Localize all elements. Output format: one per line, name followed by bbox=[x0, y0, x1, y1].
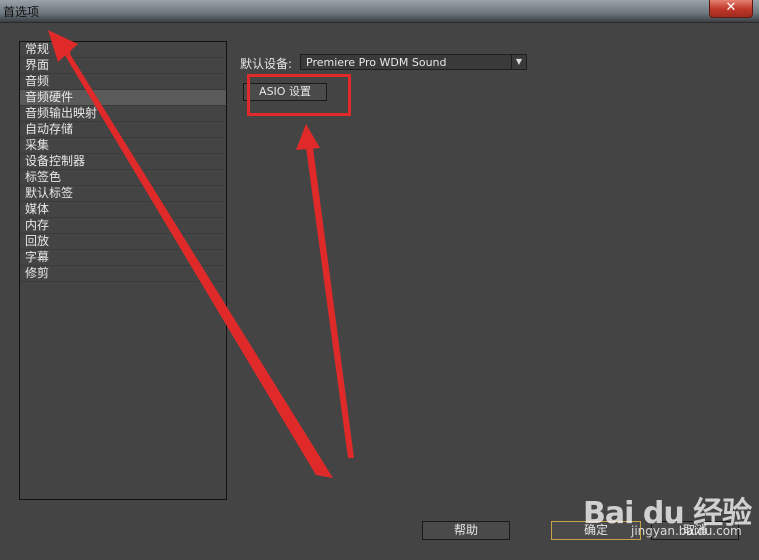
watermark-url: jingyan.baidu.com bbox=[631, 524, 742, 538]
sidebar-item-audio-output-mapping[interactable]: 音频输出映射 bbox=[20, 106, 226, 122]
sidebar-item-media[interactable]: 媒体 bbox=[20, 202, 226, 218]
sidebar-item-titler[interactable]: 字幕 bbox=[20, 250, 226, 266]
window-titlebar[interactable]: 首选项 ✕ bbox=[0, 0, 759, 22]
watermark: Bai du 经验 jingyan.baidu.com bbox=[583, 488, 759, 548]
default-device-value: Premiere Pro WDM Sound bbox=[306, 56, 447, 69]
sidebar-item-audio-hardware[interactable]: 音频硬件 bbox=[20, 90, 226, 106]
annotation-highlight-box bbox=[247, 74, 351, 116]
help-button[interactable]: 帮助 bbox=[422, 521, 510, 540]
sidebar-item-label-colors[interactable]: 标签色 bbox=[20, 170, 226, 186]
chevron-down-icon[interactable]: ▼ bbox=[511, 55, 526, 69]
category-list[interactable]: 常规 界面 音频 音频硬件 音频输出映射 自动存储 采集 设备控制器 标签色 默… bbox=[19, 41, 227, 500]
sidebar-item-label-defaults[interactable]: 默认标签 bbox=[20, 186, 226, 202]
sidebar-item-playback[interactable]: 回放 bbox=[20, 234, 226, 250]
window-title: 首选项 bbox=[3, 5, 40, 19]
close-icon: ✕ bbox=[725, 0, 737, 15]
sidebar-item-capture[interactable]: 采集 bbox=[20, 138, 226, 154]
sidebar-item-device-control[interactable]: 设备控制器 bbox=[20, 154, 226, 170]
default-device-label: 默认设备: bbox=[240, 57, 293, 71]
sidebar-item-memory[interactable]: 内存 bbox=[20, 218, 226, 234]
sidebar-item-trim[interactable]: 修剪 bbox=[20, 266, 226, 282]
sidebar-item-interface[interactable]: 界面 bbox=[20, 58, 226, 74]
default-device-select[interactable]: Premiere Pro WDM Sound ▼ bbox=[300, 54, 527, 70]
sidebar-item-general[interactable]: 常规 bbox=[20, 42, 226, 58]
sidebar-item-audio[interactable]: 音频 bbox=[20, 74, 226, 90]
close-button[interactable]: ✕ bbox=[709, 0, 753, 18]
sidebar-item-auto-save[interactable]: 自动存储 bbox=[20, 122, 226, 138]
